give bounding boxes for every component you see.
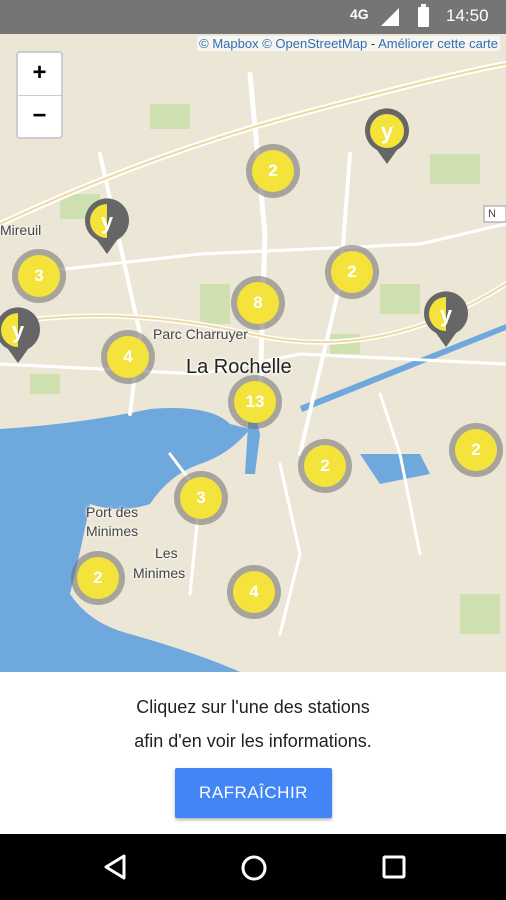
signal-icon — [381, 8, 399, 26]
station-cluster[interactable]: 2 — [71, 551, 125, 605]
station-marker-icon[interactable]: y — [83, 196, 131, 256]
osm-link[interactable]: © OpenStreetMap — [262, 36, 367, 51]
zoom-out-button[interactable]: − — [18, 96, 61, 138]
city-label: La Rochelle — [186, 356, 292, 378]
info-panel: Cliquez sur l'une des stations afin d'en… — [0, 672, 506, 834]
zoom-control: + − — [16, 51, 63, 139]
station-cluster[interactable]: 2 — [298, 439, 352, 493]
marker-letter: y — [381, 119, 394, 144]
zoom-in-button[interactable]: + — [18, 53, 61, 96]
battery-icon — [418, 4, 429, 27]
station-cluster[interactable]: 3 — [174, 471, 228, 525]
minimes-label-1: Les — [155, 545, 178, 561]
port-label-2: Minimes — [86, 523, 139, 539]
station-cluster[interactable]: 2 — [449, 423, 503, 477]
station-cluster[interactable]: 4 — [227, 565, 281, 619]
refresh-button[interactable]: RAFRAÎCHIR — [175, 768, 332, 818]
cluster-count: 4 — [107, 336, 149, 378]
mapbox-link[interactable]: © Mapbox — [199, 36, 258, 51]
navigation-bar — [0, 834, 506, 900]
station-cluster[interactable]: 13 — [228, 375, 282, 429]
info-line-1: Cliquez sur l'une des stations — [136, 697, 370, 717]
cluster-count: 2 — [304, 445, 346, 487]
status-bar: 4G 14:50 — [0, 0, 506, 34]
cluster-count: 3 — [180, 477, 222, 519]
minimes-label-2: Minimes — [133, 565, 186, 581]
cluster-count: 8 — [237, 282, 279, 324]
cluster-count: 13 — [234, 381, 276, 423]
cluster-count: 2 — [252, 150, 294, 192]
park-label: Parc Charruyer — [153, 326, 248, 342]
improve-map-link[interactable]: Améliorer cette carte — [378, 36, 498, 51]
cluster-count: 2 — [455, 429, 497, 471]
map-attribution: © Mapbox © OpenStreetMap - Améliorer cet… — [197, 36, 500, 51]
station-cluster[interactable]: 3 — [12, 249, 66, 303]
station-marker-icon[interactable]: y — [363, 106, 411, 166]
cluster-count: 3 — [18, 255, 60, 297]
station-marker-icon[interactable]: y — [422, 289, 470, 349]
station-cluster[interactable]: 2 — [325, 245, 379, 299]
mireuil-label: Mireuil — [0, 222, 42, 238]
recents-icon[interactable] — [382, 855, 406, 879]
marker-letter: y — [101, 209, 114, 234]
map-view[interactable]: © Mapbox © OpenStreetMap - Améliorer cet… — [0, 34, 506, 672]
station-marker-icon[interactable]: y — [0, 305, 42, 365]
port-label-1: Port des — [86, 504, 139, 520]
home-icon[interactable] — [240, 854, 268, 882]
back-icon[interactable] — [102, 853, 128, 881]
road-label: N — [488, 208, 496, 220]
cluster-count: 2 — [77, 557, 119, 599]
network-type: 4G — [350, 6, 369, 22]
info-line-2: afin d'en voir les informations. — [134, 731, 372, 751]
cluster-count: 4 — [233, 571, 275, 613]
station-cluster[interactable]: 2 — [246, 144, 300, 198]
marker-letter: y — [440, 302, 453, 327]
clock: 14:50 — [446, 6, 489, 25]
cluster-count: 2 — [331, 251, 373, 293]
info-message: Cliquez sur l'une des stations afin d'en… — [0, 690, 506, 758]
station-cluster[interactable]: 8 — [231, 276, 285, 330]
marker-letter: y — [12, 318, 25, 343]
station-cluster[interactable]: 4 — [101, 330, 155, 384]
